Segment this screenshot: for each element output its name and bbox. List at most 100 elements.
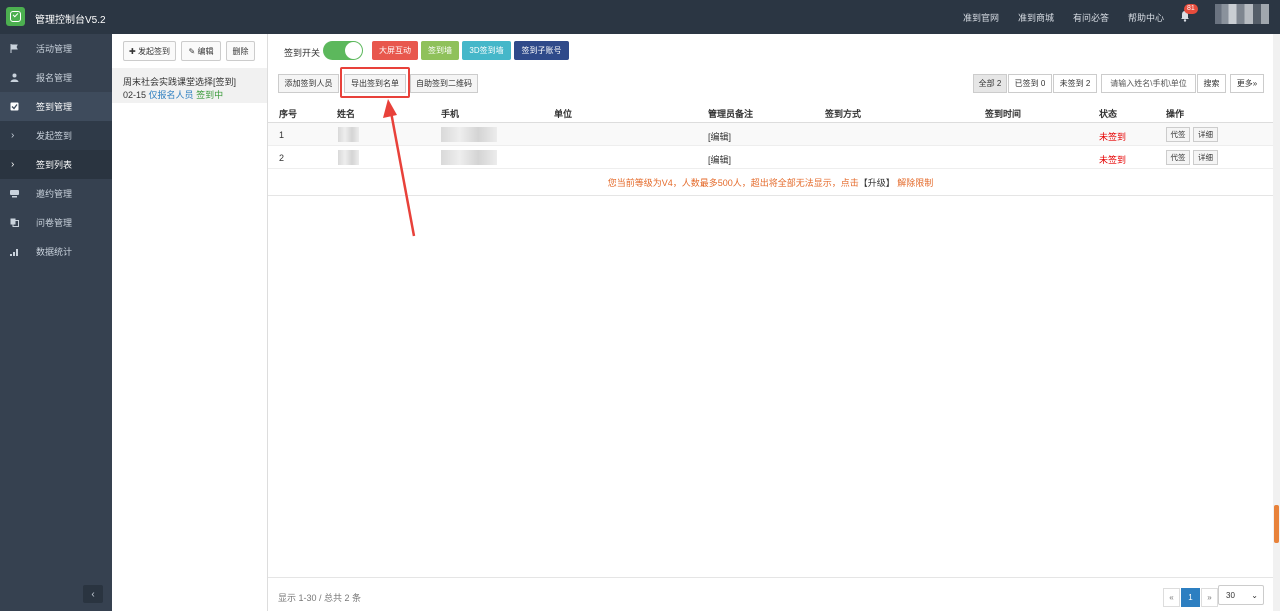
sidebar-item-label: 报名管理 (36, 73, 73, 83)
checkin-wall-button[interactable]: 签到墙 (421, 41, 459, 60)
status-unsigned: 未签到 (1099, 155, 1127, 165)
chevron-right-icon: › (11, 130, 15, 141)
sidebar-item-checkin[interactable]: 签到管理 (0, 92, 112, 121)
invite-icon (10, 190, 19, 198)
nav-store[interactable]: 准到商城 (1018, 11, 1054, 24)
chevron-down-icon: ⌄ (1251, 591, 1258, 600)
sidebar-item-new-checkin[interactable]: › 发起签到 (0, 121, 112, 150)
upgrade-notice: 您当前等级为V4，人数最多500人，超出将全部无法显示，点击【升级】 解除限制 (268, 176, 1273, 189)
status-unsigned: 未签到 (1099, 132, 1127, 142)
sidebar-item-statistics[interactable]: 数据统计 (0, 237, 112, 266)
row-no: 2 (279, 153, 285, 163)
main-panel: 签到开关 大屏互动 签到墙 3D签到墙 签到子账号 添加签到人员 导出签到名单 … (268, 34, 1273, 611)
event-meta: 02-15 仅报名人员 签到中 (123, 88, 223, 101)
col-name: 姓名 (337, 109, 356, 119)
col-unit: 单位 (554, 109, 573, 119)
notification-badge: 81 (1184, 4, 1198, 14)
filter-all[interactable]: 全部 2 (973, 74, 1007, 93)
scrollbar-thumb[interactable] (1274, 505, 1279, 543)
delete-button[interactable]: 删除 (226, 41, 255, 61)
remark-edit-link[interactable]: [编辑] (708, 153, 731, 166)
event-list-panel: ✚ 发起签到 ✎ 编辑 删除 周末社会实践课堂选择[签到] 02-15 仅报名人… (112, 34, 268, 611)
sidebar-item-label: 签到列表 (36, 160, 73, 170)
sidebar-collapse-button[interactable]: ‹ (83, 585, 103, 603)
pagination-info: 显示 1-30 / 总共 2 条 (278, 593, 362, 603)
sidebar-item-label: 问卷管理 (36, 218, 73, 228)
self-checkin-qrcode-button[interactable]: 自助签到二维码 (410, 74, 478, 93)
event-scope: 仅报名人员 (148, 90, 194, 100)
3d-checkin-wall-button[interactable]: 3D签到墙 (462, 41, 511, 60)
chevron-right-icon: › (11, 159, 15, 170)
remark-edit-link[interactable]: [编辑] (708, 130, 731, 143)
table-row: 2 [编辑] 未签到 代签 详细 (268, 146, 1273, 169)
event-date: 02-15 (123, 90, 147, 100)
search-input[interactable]: 请输入姓名\手机\单位 (1101, 74, 1196, 93)
sidebar: 活动管理 报名管理 签到管理 › 发起签到 › 签到列表 邀约管理 问卷管理 数… (0, 34, 112, 611)
divider (268, 195, 1273, 196)
detail-button[interactable]: 详细 (1193, 150, 1218, 165)
bar-chart-icon (10, 249, 18, 256)
filter-signed[interactable]: 已签到 0 (1008, 74, 1052, 93)
proxy-checkin-button[interactable]: 代签 (1166, 150, 1190, 165)
row-no: 1 (279, 130, 285, 140)
sidebar-item-invitation[interactable]: 邀约管理 (0, 179, 112, 208)
flag-icon (10, 44, 18, 53)
redacted-name (338, 150, 359, 165)
copy-icon (10, 218, 19, 227)
col-method: 签到方式 (825, 109, 862, 119)
page-size-value: 30 (1226, 590, 1235, 600)
detail-button[interactable]: 详细 (1193, 127, 1218, 142)
search-button[interactable]: 搜索 (1197, 74, 1226, 93)
next-page-button[interactable]: » (1201, 588, 1218, 607)
sidebar-item-checkin-list[interactable]: › 签到列表 (0, 150, 112, 179)
unlock-link[interactable]: 解除限制 (897, 178, 933, 188)
add-attendee-button[interactable]: 添加签到人员 (278, 74, 339, 93)
checkin-toggle[interactable] (323, 41, 363, 60)
avatar[interactable] (1215, 4, 1269, 24)
checkbox-icon (10, 102, 19, 111)
filter-unsigned[interactable]: 未签到 2 (1053, 74, 1097, 93)
prev-page-button[interactable]: « (1163, 588, 1180, 607)
nav-faq[interactable]: 有问必答 (1073, 11, 1109, 24)
col-remark: 管理员备注 (708, 109, 754, 119)
edit-button[interactable]: ✎ 编辑 (181, 41, 221, 61)
more-button[interactable]: 更多» (1230, 74, 1264, 93)
event-card[interactable]: 周末社会实践课堂选择[签到] 02-15 仅报名人员 签到中 (112, 68, 267, 103)
user-icon (10, 73, 19, 82)
col-phone: 手机 (441, 109, 460, 119)
checkin-toggle-label: 签到开关 (284, 48, 321, 58)
sidebar-item-survey[interactable]: 问卷管理 (0, 208, 112, 237)
sub-account-button[interactable]: 签到子账号 (514, 41, 569, 60)
table-row: 1 [编辑] 未签到 代签 详细 (268, 123, 1273, 146)
top-bar: 管理控制台V5.2 准到官网 准到商城 有问必答 帮助中心 81 (0, 0, 1280, 34)
notice-text: 您当前等级为V4，人数最多500人，超出将全部无法显示，点击 (607, 178, 859, 188)
logo-icon (6, 7, 25, 26)
col-time: 签到时间 (985, 109, 1022, 119)
proxy-checkin-button[interactable]: 代签 (1166, 127, 1190, 142)
highlight-box (340, 67, 410, 98)
sidebar-item-label: 邀约管理 (36, 189, 73, 199)
nav-official-site[interactable]: 准到官网 (963, 11, 999, 24)
col-actions: 操作 (1166, 109, 1185, 119)
app-title: 管理控制台V5.2 (35, 15, 106, 26)
redacted-phone (441, 127, 497, 142)
table-footer: 显示 1-30 / 总共 2 条 « 1 » 30 ⌄ (268, 577, 1273, 611)
upgrade-link[interactable]: 【升级】 (859, 178, 895, 188)
sidebar-item-registration[interactable]: 报名管理 (0, 63, 112, 92)
redacted-phone (441, 150, 497, 165)
col-status: 状态 (1099, 109, 1118, 119)
event-status: 签到中 (196, 90, 224, 100)
table-header: 序号 姓名 手机 单位 管理员备注 签到方式 签到时间 状态 操作 (268, 102, 1273, 123)
big-screen-button[interactable]: 大屏互动 (372, 41, 418, 60)
sidebar-item-label: 签到管理 (36, 102, 73, 112)
sidebar-item-activity[interactable]: 活动管理 (0, 34, 112, 63)
nav-help-center[interactable]: 帮助中心 (1128, 11, 1164, 24)
page-1-button[interactable]: 1 (1181, 588, 1200, 607)
event-title: 周末社会实践课堂选择[签到] (123, 77, 237, 87)
col-no: 序号 (279, 109, 298, 119)
sidebar-item-label: 发起签到 (36, 131, 73, 141)
new-checkin-button[interactable]: ✚ 发起签到 (123, 41, 176, 61)
sidebar-item-label: 数据统计 (36, 247, 73, 257)
sidebar-item-label: 活动管理 (36, 44, 73, 54)
page-size-select[interactable]: 30 ⌄ (1218, 585, 1264, 605)
